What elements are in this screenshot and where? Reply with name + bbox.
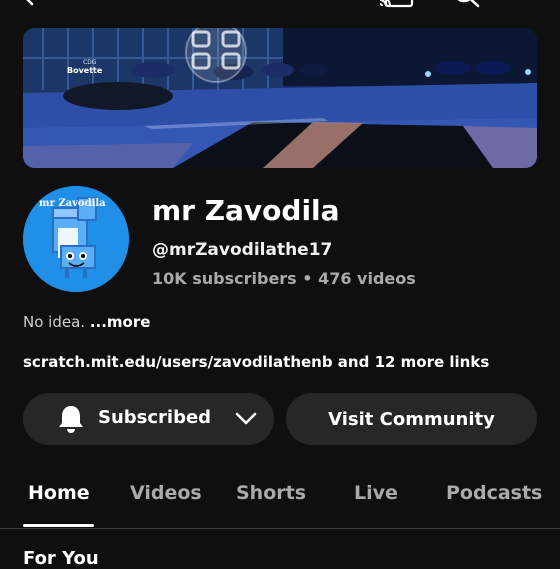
subscribed-button[interactable]: Subscribed <box>23 393 274 445</box>
more-vert-icon[interactable] <box>522 0 530 8</box>
banner-logo-text: CDG <box>83 59 97 66</box>
active-tab-indicator <box>23 524 94 527</box>
channel-handle: @mrZavodilathe17 <box>152 240 333 260</box>
channel-links[interactable]: scratch.mit.edu/users/zavodilathenb and … <box>23 353 489 371</box>
banner-label: Bovette <box>67 66 103 75</box>
description-text: No idea. <box>23 313 90 331</box>
section-title: For You <box>23 548 99 569</box>
channel-tabs: Home Videos Shorts Live Podcasts <box>0 474 560 529</box>
stats-separator: • <box>296 269 319 288</box>
tab-live[interactable]: Live <box>354 482 398 504</box>
description-more-link[interactable]: ...more <box>90 313 151 331</box>
tab-videos[interactable]: Videos <box>130 482 202 504</box>
back-arrow-icon[interactable] <box>22 0 44 8</box>
channel-name: mr Zavodila <box>152 194 340 227</box>
chevron-down-icon <box>235 412 257 425</box>
search-icon[interactable] <box>452 0 480 10</box>
subscriber-count: 10K subscribers <box>152 269 297 288</box>
channel-banner[interactable]: Bovette CDG <box>23 28 537 168</box>
channel-stats: 10K subscribers • 476 videos <box>152 269 416 288</box>
subscribed-label: Subscribed <box>98 407 212 428</box>
avatar-text: mr Zavodila <box>39 198 106 209</box>
tab-shorts[interactable]: Shorts <box>236 482 306 504</box>
tab-home[interactable]: Home <box>28 482 90 504</box>
visit-community-button[interactable]: Visit Community <box>286 393 537 445</box>
channel-description[interactable]: No idea. ...more <box>23 313 150 331</box>
bell-icon <box>59 406 83 433</box>
channel-avatar[interactable]: mr Zavodila <box>23 186 129 292</box>
tab-podcasts[interactable]: Podcasts <box>446 482 542 504</box>
top-app-bar <box>0 0 560 18</box>
banner-image <box>23 28 537 168</box>
cast-icon[interactable] <box>378 0 414 8</box>
video-count: 476 videos <box>318 269 416 288</box>
visit-community-label: Visit Community <box>328 408 495 430</box>
